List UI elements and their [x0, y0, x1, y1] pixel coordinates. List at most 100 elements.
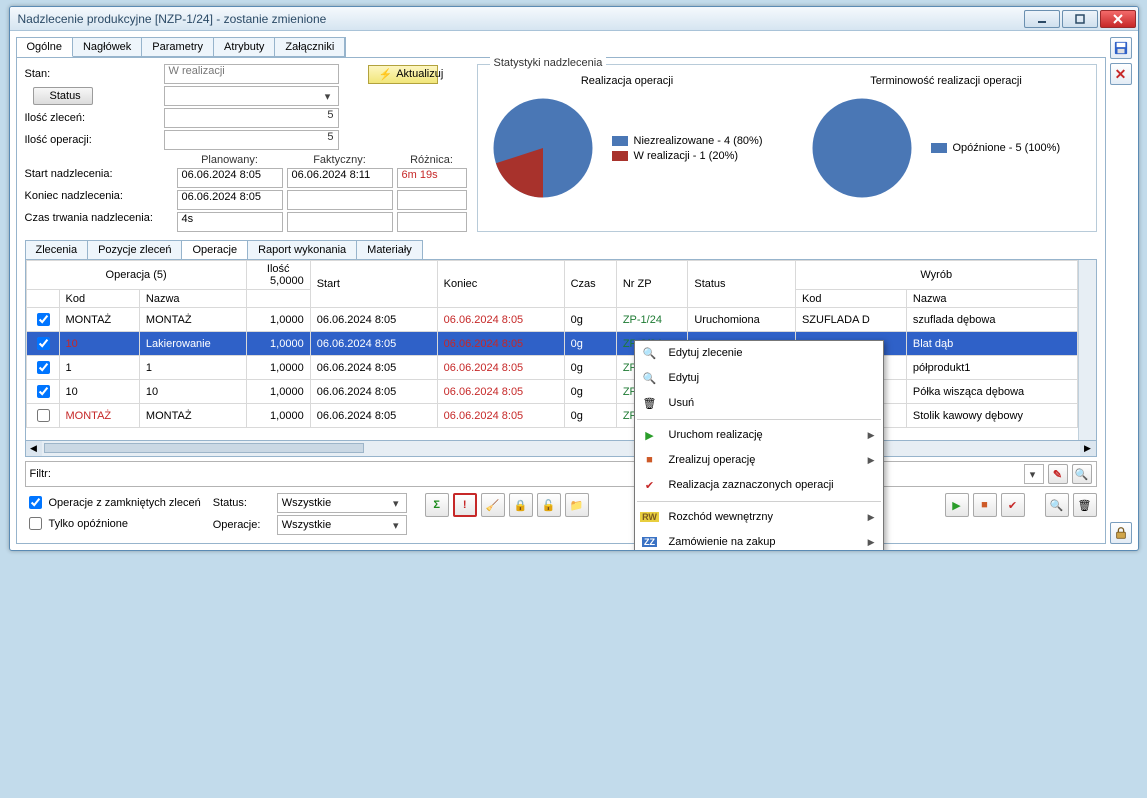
watermark: ERP XL [316, 547, 522, 551]
check-only-delayed[interactable]: Tylko opóźnione [25, 514, 201, 533]
col-wyrob-nazwa[interactable]: Nazwa [906, 290, 1077, 308]
ctx-item[interactable]: RWRozchód wewnętrzny▶ [635, 505, 883, 530]
check-list-button[interactable]: ✔ [1001, 493, 1025, 517]
trash-button[interactable]: 🗑 [1073, 493, 1097, 517]
close-button[interactable] [1100, 10, 1136, 28]
ctx-item[interactable]: ZZZamówienie na zakup▶ [635, 530, 883, 551]
lock-button[interactable]: 🔒 [509, 493, 533, 517]
search-button[interactable]: 🔍 [1045, 493, 1069, 517]
check-red-icon: ✔ [641, 477, 659, 493]
side-lock-button[interactable] [1110, 522, 1132, 544]
ctx-item-label: Usuń [669, 397, 875, 409]
lock-icon [1114, 526, 1128, 540]
title-bar: Nadzlecenie produkcyjne [NZP-1/24] - zos… [10, 7, 1138, 31]
tab-parametry[interactable]: Parametry [142, 38, 214, 57]
context-menu: 🔍Edytuj zlecenie🔍Edytuj🗑Usuń▶Uruchom rea… [634, 340, 884, 551]
ctx-item-label: Uruchom realizację [669, 429, 858, 441]
ilosc-operacji-field: 5 [164, 130, 339, 150]
rw-icon: RW [641, 509, 659, 525]
col-group-wyrob[interactable]: Wyrób [795, 261, 1077, 290]
maximize-button[interactable] [1062, 10, 1098, 28]
chart1-pie [488, 93, 598, 203]
update-button[interactable]: ⚡ Aktualizuj [368, 65, 438, 84]
folder-button[interactable]: 📁 [565, 493, 589, 517]
table-row[interactable]: 10Lakierowanie1,000006.06.2024 8:0506.06… [26, 332, 1077, 356]
grid-vscrollbar[interactable] [1078, 260, 1096, 440]
table-row[interactable]: 10101,000006.06.2024 8:0506.06.2024 8:05… [26, 380, 1077, 404]
tab-atrybuty[interactable]: Atrybuty [214, 38, 275, 57]
subtab-zlecenia[interactable]: Zlecenia [25, 240, 89, 259]
subtab-pozycje[interactable]: Pozycje zleceń [87, 240, 182, 259]
plan-col-planowany: Planowany: [177, 154, 283, 166]
ctx-item[interactable]: 🔍Edytuj [635, 366, 883, 391]
subtab-materialy[interactable]: Materiały [356, 240, 423, 259]
col-czas[interactable]: Czas [564, 261, 616, 308]
operacje-filter-select[interactable]: Wszystkie [277, 515, 407, 535]
play-button[interactable]: ▶ [945, 493, 969, 517]
subtabs: Zlecenia Pozycje zleceń Operacje Raport … [25, 240, 422, 259]
tab-naglowek[interactable]: Nagłówek [73, 38, 142, 57]
trash-icon: 🗑 [641, 395, 659, 411]
unlock-icon: 🔓 [542, 499, 556, 512]
status-button[interactable]: Status [33, 87, 93, 105]
ctx-item[interactable]: ■Zrealizuj operację▶ [635, 448, 883, 473]
col-nazwa[interactable]: Nazwa [139, 290, 246, 308]
plan-col-faktyczny: Faktyczny: [287, 154, 393, 166]
row-checkbox[interactable] [37, 385, 50, 398]
tab-zalaczniki[interactable]: Załączniki [275, 38, 345, 57]
trash-icon: 🗑 [1078, 499, 1092, 512]
plan-col-roznica: Różnica: [397, 154, 467, 166]
table-row[interactable]: 111,000006.06.2024 8:0506.06.2024 8:050g… [26, 356, 1077, 380]
row-checkbox[interactable] [37, 361, 50, 374]
unlock-button[interactable]: 🔓 [537, 493, 561, 517]
ctx-item[interactable]: 🗑 Usuń [635, 391, 883, 416]
koniec-faktyczny [287, 190, 393, 210]
col-nrzp[interactable]: Nr ZP [616, 261, 688, 308]
col-ilosc-label[interactable]: Ilość [253, 263, 304, 275]
stop-button[interactable]: ■ [973, 493, 997, 517]
x-icon: ✕ [1115, 66, 1127, 83]
status-filter-select[interactable]: Wszystkie [277, 493, 407, 513]
col-wyrob-kod[interactable]: Kod [795, 290, 906, 308]
col-kod[interactable]: Kod [59, 290, 139, 308]
check-closed-orders[interactable]: Operacje z zamkniętych zleceń [25, 493, 201, 512]
ctx-item[interactable]: ▶Uruchom realizację▶ [635, 423, 883, 448]
operations-grid[interactable]: Operacja (5) Ilość5,0000 Start Koniec Cz… [26, 260, 1078, 428]
minimize-button[interactable] [1024, 10, 1060, 28]
ctx-item[interactable]: ✔Realizacja zaznaczonych operacji [635, 473, 883, 498]
row-checkbox[interactable] [37, 409, 50, 422]
col-group-operacja[interactable]: Operacja (5) [26, 261, 246, 290]
col-start[interactable]: Start [310, 261, 437, 308]
stats-box: Statystyki nadzlecenia Realizacja operac… [477, 64, 1097, 232]
submenu-arrow-icon: ▶ [868, 512, 875, 523]
filter-search-button[interactable]: 🔍 [1072, 464, 1092, 484]
ctx-item[interactable]: 🔍Edytuj zlecenie [635, 341, 883, 366]
label-ilosc-zlecen: Ilość zleceń: [25, 112, 160, 124]
magnifier-icon: 🔍 [641, 345, 659, 361]
erase-button[interactable]: 🧹 [481, 493, 505, 517]
discard-button[interactable]: ✕ [1110, 63, 1132, 85]
label-stan: Stan: [25, 68, 160, 80]
sigma-button[interactable]: Σ [425, 493, 449, 517]
ilosc-zlecen-field: 5 [164, 108, 339, 128]
row-checkbox[interactable] [37, 313, 50, 326]
subtab-raport[interactable]: Raport wykonania [247, 240, 357, 259]
save-button[interactable] [1110, 37, 1132, 59]
submenu-arrow-icon: ▶ [868, 455, 875, 466]
col-status[interactable]: Status [688, 261, 796, 308]
status-select[interactable] [164, 86, 339, 106]
row-checkbox[interactable] [37, 337, 50, 350]
subtab-operacje[interactable]: Operacje [181, 240, 248, 259]
filter-apply-button[interactable]: ✎ [1048, 464, 1068, 484]
grid-hscrollbar[interactable]: ◀ ▶ [25, 441, 1097, 457]
main-tabs: Ogólne Nagłówek Parametry Atrybuty Załąc… [16, 37, 347, 57]
tab-ogolne[interactable]: Ogólne [17, 38, 73, 57]
table-row[interactable]: MONTAŻMONTAŻ1,000006.06.2024 8:0506.06.2… [26, 308, 1077, 332]
table-row[interactable]: MONTAŻMONTAŻ1,000006.06.2024 8:0506.06.2… [26, 404, 1077, 428]
conflict-details-button[interactable]: ! [453, 493, 477, 517]
folder-icon: 📁 [570, 499, 584, 512]
czas-faktyczny [287, 212, 393, 232]
filter-dropdown[interactable] [1024, 464, 1044, 484]
start-planowany: 06.06.2024 8:05 [177, 168, 283, 188]
col-koniec[interactable]: Koniec [437, 261, 564, 308]
